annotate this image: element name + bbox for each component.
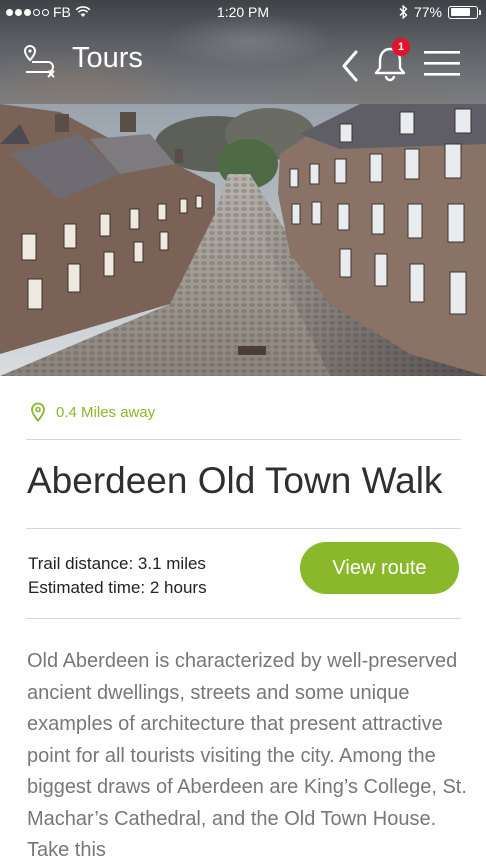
status-bar: FB 1:20 PM 77%: [0, 0, 486, 24]
distance-away: 0.4 Miles away: [56, 403, 156, 421]
estimated-time: Estimated time: 2 hours: [28, 578, 207, 597]
divider: [26, 618, 461, 619]
hamburger-menu-icon[interactable]: [422, 48, 462, 78]
view-route-button[interactable]: View route: [300, 542, 459, 594]
tour-photo: [0, 104, 486, 376]
bluetooth-icon: [399, 5, 408, 19]
route-map-icon[interactable]: [20, 40, 60, 80]
notification-badge: 1: [392, 38, 410, 56]
divider: [26, 528, 461, 529]
page-title: Tours: [72, 42, 143, 74]
battery-icon: [448, 5, 481, 19]
battery-status: 77%: [399, 4, 481, 20]
tour-description: Old Aberdeen is characterized by well-pr…: [27, 650, 467, 861]
battery-percent: 77%: [413, 4, 442, 20]
trail-distance: Trail distance: 3.1 miles: [28, 554, 206, 573]
chevron-left-icon[interactable]: [338, 48, 362, 84]
tour-stats: Trail distance: 3.1 miles Estimated time…: [28, 552, 207, 600]
location-pin-icon: [31, 402, 45, 422]
app-bar: Tours 1: [0, 30, 486, 92]
divider: [26, 439, 461, 440]
distance-row: 0.4 Miles away: [30, 402, 155, 422]
header: FB 1:20 PM 77% Tours 1: [0, 0, 486, 104]
tour-title: Aberdeen Old Town Walk: [27, 460, 443, 501]
